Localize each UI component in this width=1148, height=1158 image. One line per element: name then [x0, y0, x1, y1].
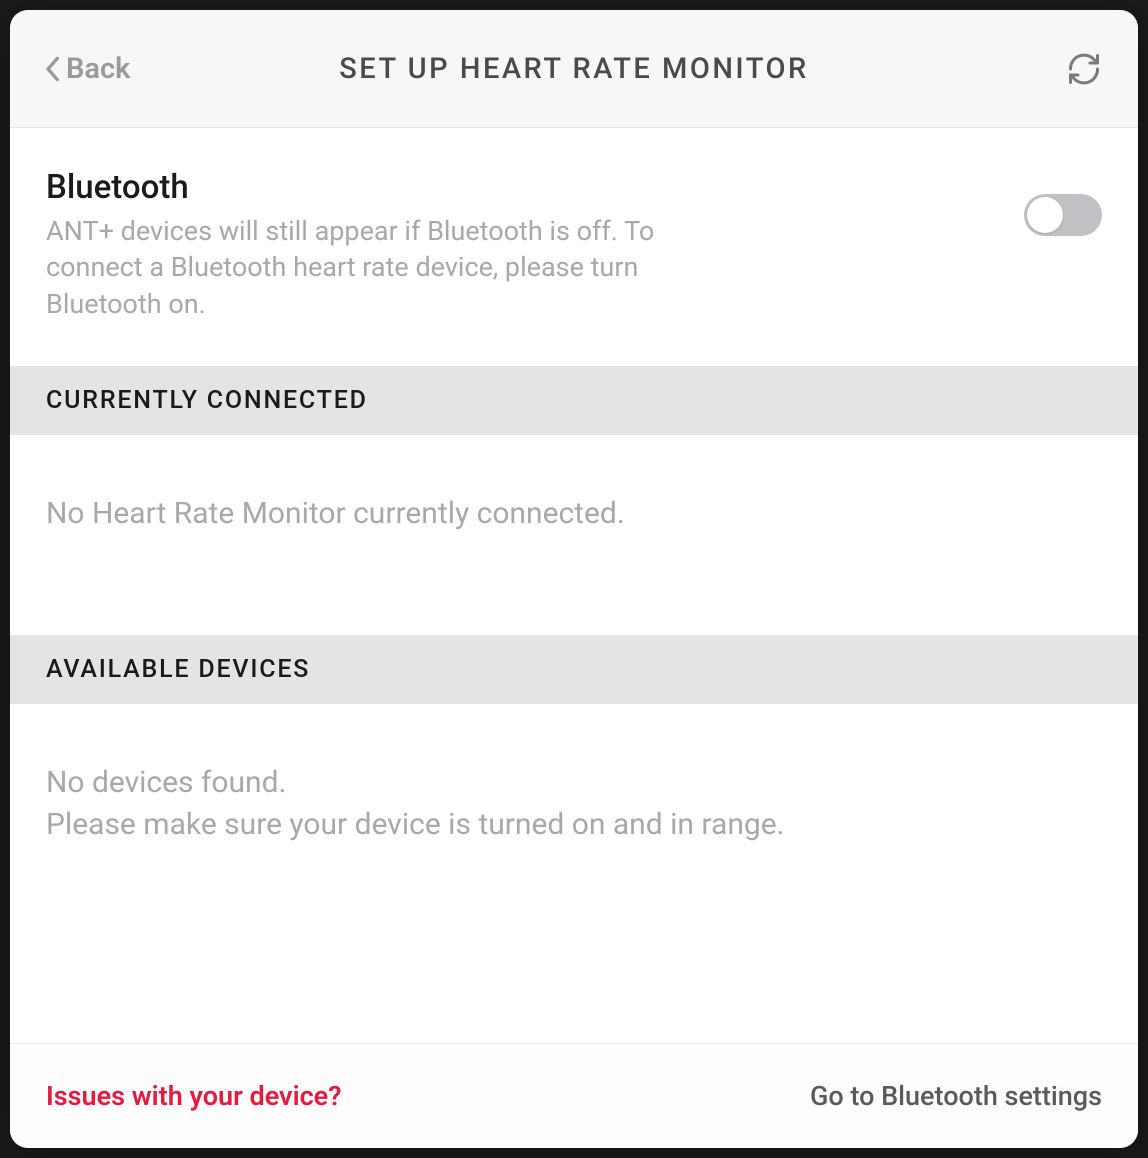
modal-header: Back SET UP HEART RATE MONITOR	[10, 10, 1138, 128]
available-empty-line1: No devices found.	[46, 762, 1102, 804]
refresh-icon	[1066, 51, 1102, 87]
setup-hrm-modal: Back SET UP HEART RATE MONITOR Bluetooth…	[10, 10, 1138, 1148]
toggle-knob	[1027, 197, 1063, 233]
back-label: Back	[66, 52, 130, 86]
modal-footer: Issues with your device? Go to Bluetooth…	[10, 1043, 1138, 1148]
bluetooth-section: Bluetooth ANT+ devices will still appear…	[10, 128, 1138, 366]
back-button[interactable]: Back	[44, 52, 130, 86]
available-empty-line2: Please make sure your device is turned o…	[46, 804, 1102, 846]
refresh-button[interactable]	[1064, 49, 1104, 89]
bluetooth-title: Bluetooth	[46, 168, 984, 207]
connected-section-body: No Heart Rate Monitor currently connecte…	[10, 435, 1138, 635]
bluetooth-settings-link[interactable]: Go to Bluetooth settings	[810, 1080, 1102, 1112]
connected-empty-text: No Heart Rate Monitor currently connecte…	[46, 493, 1102, 535]
bluetooth-description: ANT+ devices will still appear if Blueto…	[46, 213, 726, 322]
bluetooth-text: Bluetooth ANT+ devices will still appear…	[46, 168, 1024, 322]
connected-section-header: CURRENTLY CONNECTED	[10, 366, 1138, 435]
available-section-header: AVAILABLE DEVICES	[10, 635, 1138, 704]
available-empty-text: No devices found. Please make sure your …	[46, 762, 1102, 846]
chevron-left-icon	[44, 55, 60, 83]
available-section-body: No devices found. Please make sure your …	[10, 704, 1138, 931]
page-title: SET UP HEART RATE MONITOR	[339, 52, 809, 86]
issues-link[interactable]: Issues with your device?	[46, 1080, 342, 1112]
spacer	[10, 932, 1138, 1043]
bluetooth-toggle[interactable]	[1024, 194, 1102, 236]
